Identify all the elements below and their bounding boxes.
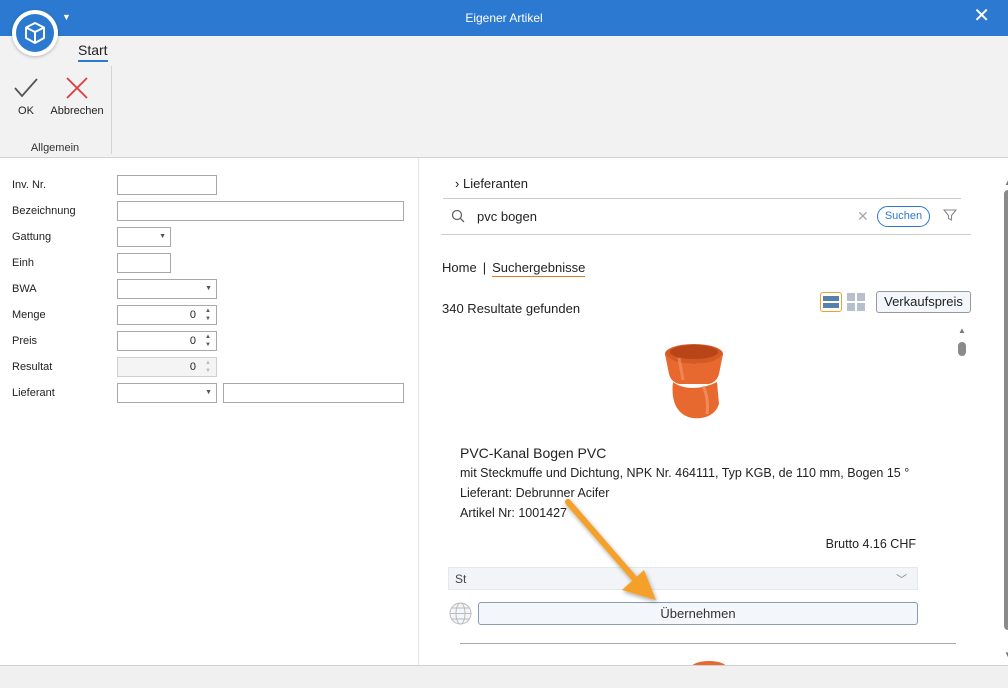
bezeichnung-input[interactable] — [117, 201, 404, 221]
resultat-label: Resultat — [12, 361, 53, 373]
chevron-down-icon: ﹀ — [896, 574, 907, 586]
panel-scrollbar[interactable]: ▲ ▼ — [1002, 178, 1008, 668]
search-input[interactable]: pvc bogen — [477, 209, 537, 224]
unit-select[interactable]: St ﹀ — [448, 567, 918, 590]
unit-value: St — [455, 572, 467, 586]
resultat-value: 0 — [189, 361, 196, 373]
bwa-label: BWA — [12, 283, 37, 295]
checkmark-icon — [10, 74, 42, 102]
take-over-button[interactable]: Übernehmen — [478, 602, 918, 625]
clear-icon[interactable]: ✕ — [857, 208, 869, 225]
lieferanten-label: Lieferanten — [462, 176, 529, 191]
resultat-row: Resultat 0 ▲ ▼ — [12, 357, 412, 377]
breadcrumb-current[interactable]: Suchergebnisse — [492, 260, 586, 277]
chevron-down-icon: ▼ — [205, 389, 212, 396]
app-logo[interactable] — [12, 10, 58, 56]
menge-value: 0 — [189, 309, 196, 321]
scroll-down-icon[interactable]: ▼ — [1002, 650, 1008, 659]
cancel-button-label: Abbrechen — [50, 105, 104, 117]
scroll-thumb[interactable] — [1004, 190, 1008, 630]
bwa-select[interactable]: ▼ — [117, 279, 217, 299]
preis-row: Preis 0 ▲ ▼ — [12, 331, 412, 351]
menge-stepper[interactable]: 0 ▲ ▼ — [117, 305, 217, 325]
product-price: Brutto 4.16 CHF — [825, 537, 916, 551]
gattung-row: Gattung ▼ — [12, 227, 412, 247]
bezeichnung-label: Bezeichnung — [12, 205, 76, 217]
close-icon[interactable]: ✕ — [973, 6, 990, 26]
window-title: Eigener Artikel — [465, 11, 543, 25]
resultat-stepper: 0 ▲ ▼ — [117, 357, 217, 377]
inv-nr-input[interactable] — [117, 175, 217, 195]
status-bar — [0, 665, 1008, 688]
einh-row: Einh — [12, 253, 412, 273]
catalog-panel: › Lieferanten pvc bogen ✕ Suchen Home | Su… — [418, 158, 1008, 665]
product-supplier: Lieferant: Debrunner Acifer — [460, 486, 610, 500]
product-name[interactable]: PVC-Kanal Bogen PVC — [460, 445, 606, 461]
divider — [460, 643, 956, 644]
chevron-down-icon: ▼ — [205, 285, 212, 292]
results-scrollbar[interactable]: ▲ — [956, 326, 968, 656]
article-form: Inv. Nr. Bezeichnung Gattung ▼ Einh BWA … — [0, 158, 418, 665]
breadcrumb-separator: | — [482, 260, 487, 275]
gattung-select[interactable]: ▼ — [117, 227, 171, 247]
lieferant-label: Lieferant — [12, 387, 55, 399]
breadcrumb: Home | Suchergebnisse — [442, 260, 586, 277]
ribbon: Start OK Abbrechen Allgemein — [0, 36, 1008, 158]
product-article-number: Artikel Nr: 1001427 — [460, 506, 568, 520]
divider — [443, 198, 961, 199]
spin-arrows-icon[interactable]: ▲ ▼ — [203, 307, 213, 323]
globe-icon[interactable] — [449, 602, 472, 628]
menge-label: Menge — [12, 309, 46, 321]
ok-button-label: OK — [18, 105, 34, 117]
inv-nr-label: Inv. Nr. — [12, 179, 47, 191]
list-view-icon[interactable] — [820, 292, 842, 312]
preis-label: Preis — [12, 335, 38, 347]
search-button[interactable]: Suchen — [877, 206, 930, 227]
preis-stepper[interactable]: 0 ▲ ▼ — [117, 331, 217, 351]
spin-arrows-icon[interactable]: ▲ ▼ — [203, 333, 213, 349]
inv-nr-row: Inv. Nr. — [12, 175, 412, 195]
einh-label: Einh — [12, 257, 35, 269]
bwa-row: BWA ▼ — [12, 279, 412, 299]
scroll-up-icon[interactable]: ▲ — [956, 326, 968, 335]
ribbon-group-label: Allgemein — [30, 142, 80, 154]
product-image — [659, 338, 729, 423]
search-icon — [451, 209, 465, 226]
grid-view-icon[interactable] — [847, 293, 866, 311]
ok-button[interactable]: OK — [10, 74, 42, 117]
ribbon-group-separator — [111, 66, 112, 154]
gattung-label: Gattung — [12, 231, 52, 243]
divider — [441, 234, 971, 235]
chevron-down-icon: ▼ — [159, 233, 166, 240]
lieferant-row: Lieferant ▼ — [12, 383, 412, 403]
spin-arrows-icon: ▲ ▼ — [205, 360, 211, 374]
cancel-button[interactable]: Abbrechen — [48, 74, 106, 117]
breadcrumb-home[interactable]: Home — [442, 260, 477, 275]
menge-row: Menge 0 ▲ ▼ — [12, 305, 412, 325]
price-mode-button[interactable]: Verkaufspreis — [876, 291, 971, 313]
lieferant-select[interactable]: ▼ — [117, 383, 217, 403]
chevron-right-icon: › — [455, 176, 460, 191]
next-product-image — [689, 658, 729, 665]
tab-start[interactable]: Start — [78, 42, 108, 62]
lieferant-name-input[interactable] — [223, 383, 404, 403]
scroll-up-icon[interactable]: ▲ — [1002, 178, 1008, 187]
scroll-thumb[interactable] — [958, 342, 966, 356]
x-icon — [48, 74, 106, 102]
product-description: mit Steckmuffe und Dichtung, NPK Nr. 464… — [460, 466, 910, 480]
preis-value: 0 — [189, 335, 196, 347]
bezeichnung-row: Bezeichnung — [12, 201, 412, 221]
lieferanten-expander[interactable]: › Lieferanten — [455, 176, 528, 191]
box-icon — [16, 14, 54, 52]
filter-icon[interactable] — [942, 208, 958, 225]
title-bar: ▼ Eigener Artikel ✕ — [0, 0, 1008, 36]
result-count: 340 Resultate gefunden — [442, 301, 581, 316]
einh-input[interactable] — [117, 253, 171, 273]
